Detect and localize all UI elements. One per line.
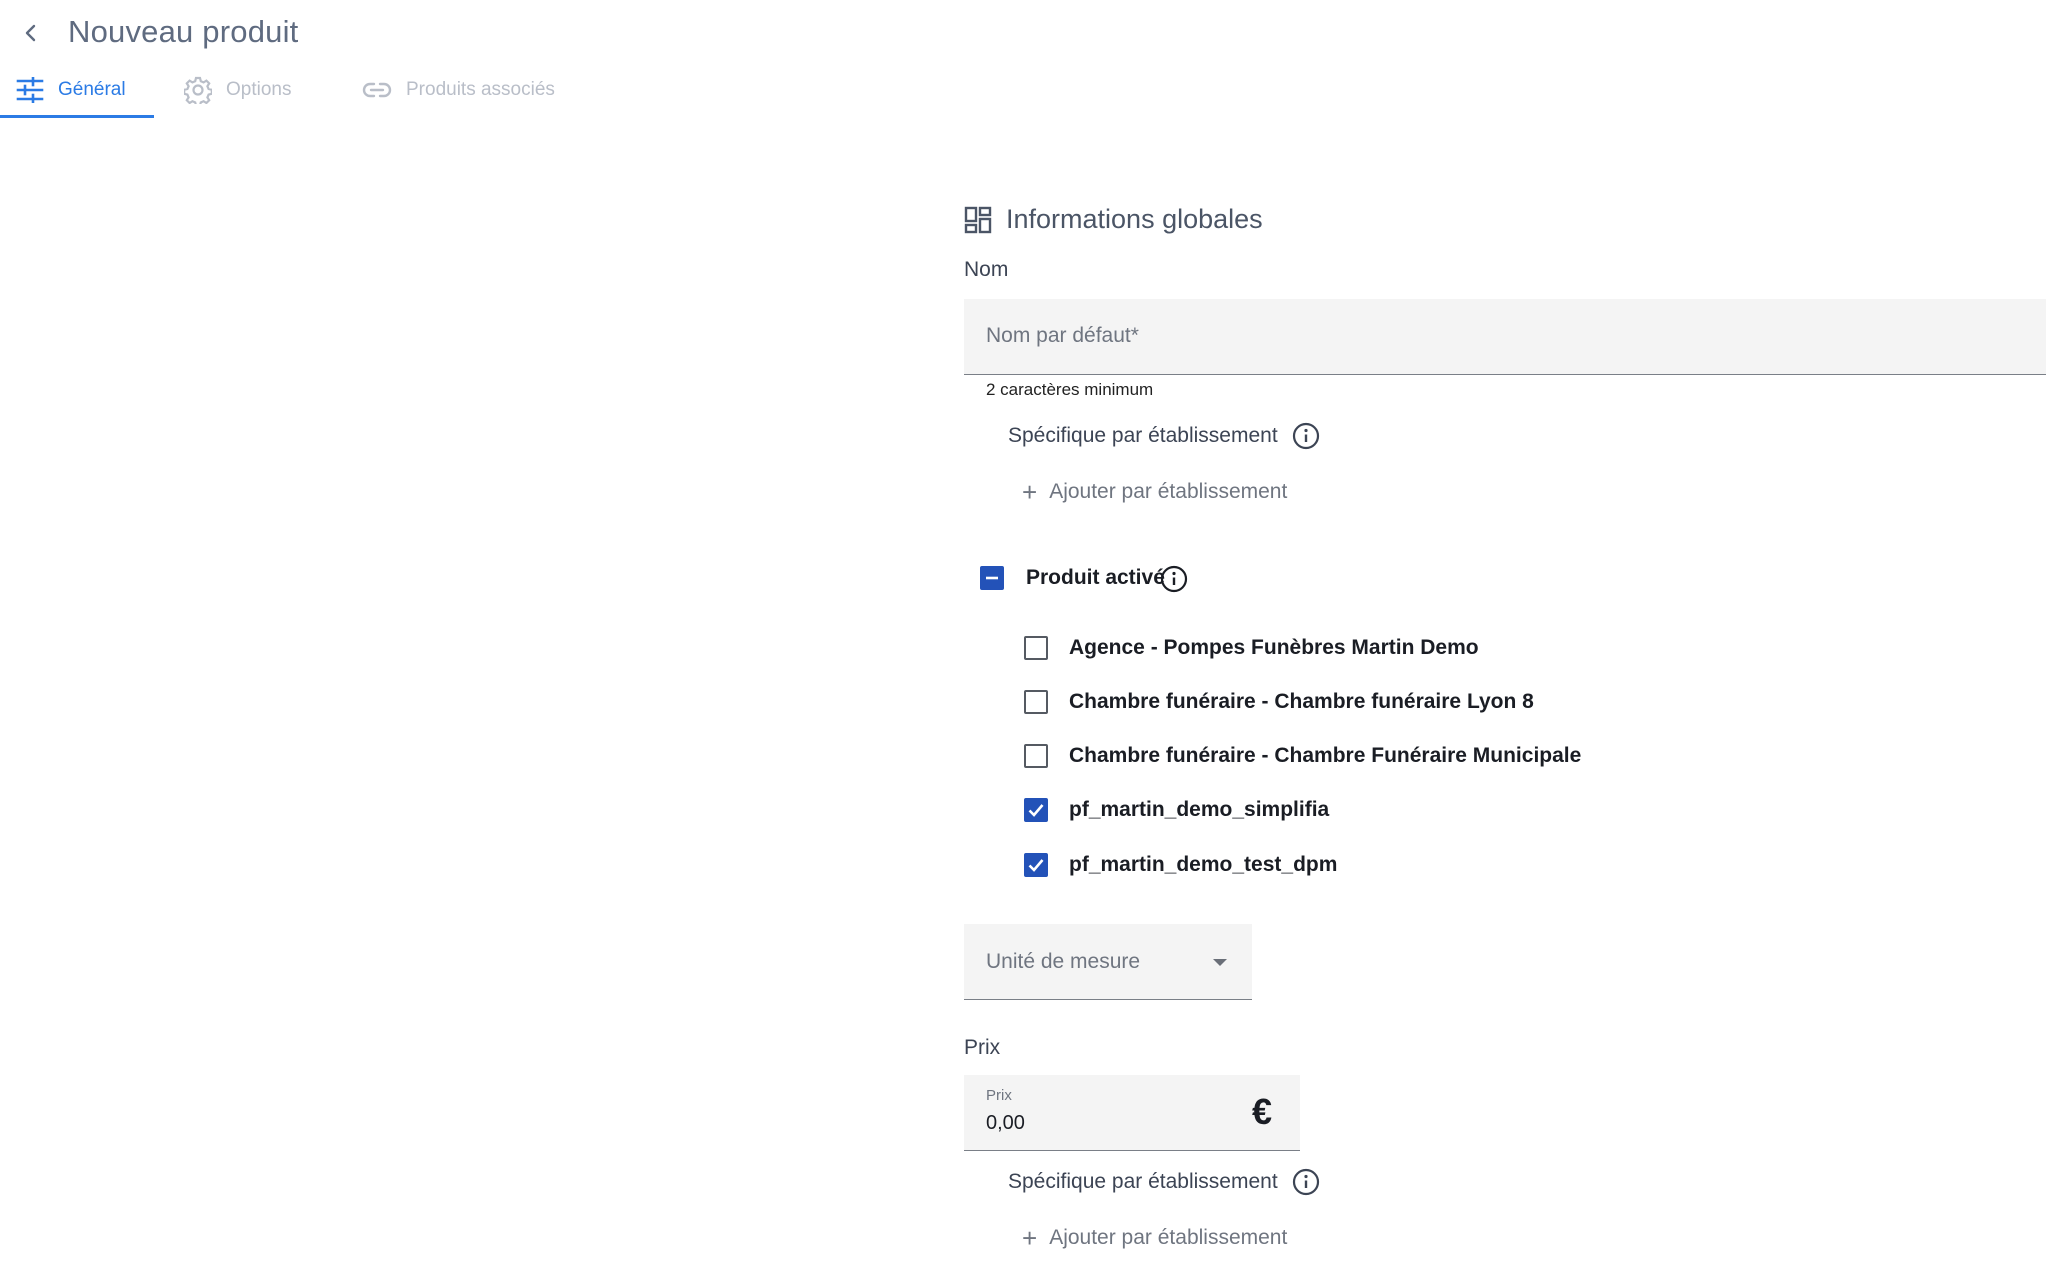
prix-add-label: Ajouter par établissement: [1049, 1226, 1288, 1249]
establishment-label: Chambre funéraire - Chambre Funéraire Mu…: [1069, 744, 1582, 767]
establishment-checkbox[interactable]: [1024, 690, 1048, 714]
prix-value: 0,00: [986, 1112, 1025, 1134]
tab-options[interactable]: Options: [154, 62, 336, 118]
establishment-checkbox[interactable]: [1024, 853, 1048, 877]
dashboard-icon: [964, 206, 992, 233]
tab-bar: Général Options Produits associés: [0, 62, 576, 118]
section-title-text: Informations globales: [1006, 204, 1263, 234]
tab-associated-products-label: Produits associés: [406, 79, 555, 100]
unit-placeholder: Unité de mesure: [986, 950, 1141, 973]
establishment-label: pf_martin_demo_simplifia: [1069, 798, 1330, 821]
prix-input[interactable]: Prix 0,00 €: [964, 1075, 1300, 1151]
page-title: Nouveau produit: [68, 14, 299, 49]
prix-label: Prix: [964, 1036, 1001, 1059]
section-title: Informations globales: [964, 204, 1263, 235]
establishment-label: pf_martin_demo_test_dpm: [1069, 853, 1338, 876]
produit-active-checkbox[interactable]: [980, 566, 1004, 590]
prix-add-button[interactable]: + Ajouter par établissement: [1022, 1225, 1287, 1251]
produit-active-label: Produit activé: [1026, 566, 1165, 589]
tab-general-label: Général: [58, 79, 126, 100]
unit-select[interactable]: Unité de mesure: [964, 924, 1252, 1000]
plus-icon: +: [1022, 1223, 1038, 1253]
euro-icon: €: [1252, 1091, 1273, 1132]
tab-associated-products[interactable]: Produits associés: [336, 62, 576, 118]
back-arrow-icon[interactable]: [14, 16, 48, 50]
establishment-label: Chambre funéraire - Chambre funéraire Ly…: [1069, 690, 1534, 713]
header: Nouveau produit Général Options Produits…: [0, 0, 2058, 120]
nom-placeholder: Nom par défaut*: [986, 324, 1139, 347]
checkmark-icon: [1028, 804, 1044, 817]
establishment-checkbox[interactable]: [1024, 744, 1048, 768]
gear-icon: [184, 76, 212, 104]
link-icon: [362, 82, 392, 98]
nom-specific-label: Spécifique par établissement: [1008, 424, 1278, 447]
sliders-icon: [16, 77, 44, 103]
checkmark-icon: [1028, 859, 1044, 872]
info-icon[interactable]: [1160, 565, 1188, 593]
plus-icon: +: [1022, 477, 1038, 507]
establishment-label: Agence - Pompes Funèbres Martin Demo: [1069, 636, 1479, 659]
prix-field-label: Prix: [986, 1087, 1012, 1104]
tab-general[interactable]: Général: [0, 62, 154, 118]
prix-specific-label: Spécifique par établissement: [1008, 1170, 1278, 1193]
tab-options-label: Options: [226, 79, 292, 100]
nom-hint: 2 caractères minimum: [986, 380, 1154, 399]
nom-add-label: Ajouter par établissement: [1049, 480, 1288, 503]
nom-label: Nom: [964, 258, 1009, 281]
nom-input[interactable]: Nom par défaut*: [964, 299, 2046, 375]
info-icon[interactable]: [1292, 422, 1320, 450]
info-icon[interactable]: [1292, 1168, 1320, 1196]
establishment-checkbox[interactable]: [1024, 798, 1048, 822]
prix-specific-row: Spécifique par établissement: [1008, 1168, 1320, 1196]
nom-specific-row: Spécifique par établissement: [1008, 422, 1320, 450]
nom-add-button[interactable]: + Ajouter par établissement: [1022, 479, 1287, 505]
dropdown-arrow-icon: [1213, 959, 1227, 966]
establishment-checkbox[interactable]: [1024, 636, 1048, 660]
